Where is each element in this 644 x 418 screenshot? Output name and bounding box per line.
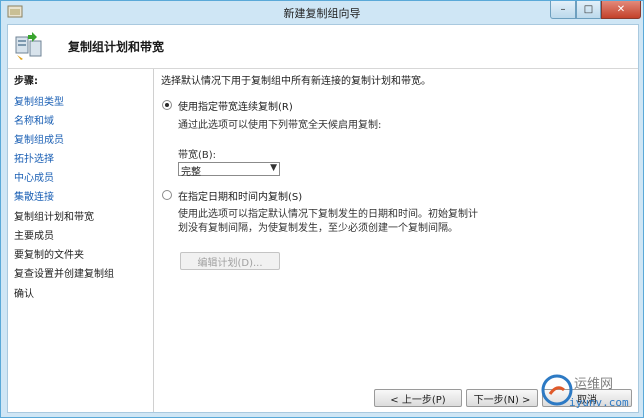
page-title: 复制组计划和带宽 [68,40,165,54]
step-topology-selection[interactable]: 拓扑选择 [14,150,54,165]
site-watermark: 运维网 iyunv.com [537,372,641,416]
next-button[interactable]: 下一步(N) > [466,389,538,407]
minimize-button[interactable]: – [550,1,576,19]
step-hub-members[interactable]: 中心成员 [14,169,54,184]
scheduled-replication-label[interactable]: 在指定日期和时间内复制(S) [178,188,302,203]
intro-text: 选择默认情况下用于复制组中所有新连接的复制计划和带宽。 [161,76,431,87]
window-title: 新建复制组向导 [283,7,361,20]
step-hub-spoke-connections[interactable]: 集散连接 [14,188,54,203]
scheduled-replication-radio[interactable] [162,190,172,200]
watermark-text: 运维网 [574,377,614,392]
step-replication-group-type[interactable]: 复制组类型 [14,93,64,108]
step-primary-member: 主要成员 [14,231,54,242]
steps-sidebar: 步骤: 复制组类型 名称和域 复制组成员 拓扑选择 中心成员 集散连接 复制组计… [8,69,154,412]
scheduled-replication-description-line1: 使用此选项可以指定默认情况下复制发生的日期和时间。初始复制计 [178,209,478,220]
continuous-replication-description: 通过此选项可以使用下列带宽全天候启用复制: [178,120,382,131]
chevron-down-icon: ▼ [270,163,277,173]
back-button[interactable]: < 上一步(P) [374,389,462,407]
wizard-header: 复制组计划和带宽 [8,25,638,69]
wizard-icon [15,32,42,60]
close-button[interactable]: ✕ [601,1,641,19]
main-panel: 选择默认情况下用于复制组中所有新连接的复制计划和带宽。 使用指定带宽连续复制(R… [154,69,638,412]
radio-selected-dot [165,103,169,107]
maximize-button[interactable]: □ [576,1,601,19]
step-replication-members[interactable]: 复制组成员 [14,131,64,146]
wizard-client-area: 复制组计划和带宽 步骤: 复制组类型 名称和域 复制组成员 拓扑选择 中心成员 … [7,24,639,413]
step-name-and-domain[interactable]: 名称和域 [14,112,54,127]
watermark-url: iyunv.com [569,396,629,409]
bandwidth-label: 带宽(B): [178,150,217,161]
scheduled-replication-description-line2: 划没有复制间隔，为使复制发生，至少必须创建一个复制间隔。 [178,223,458,234]
edit-schedule-button[interactable]: 编辑计划(D)... [180,252,280,270]
step-folders-to-replicate: 要复制的文件夹 [14,250,84,261]
continuous-replication-label[interactable]: 使用指定带宽连续复制(R) [178,98,293,113]
continuous-replication-radio[interactable] [162,100,172,110]
steps-heading: 步骤: [14,76,38,87]
step-confirmation: 确认 [14,289,34,300]
bandwidth-select[interactable]: 完整 ▼ [178,162,280,178]
bandwidth-value: 完整 [181,167,201,178]
step-review-settings: 复查设置并创建复制组 [14,269,114,280]
title-bar[interactable]: 新建复制组向导 – □ ✕ [1,1,643,23]
step-schedule-and-bandwidth: 复制组计划和带宽 [14,208,94,223]
wizard-window: 新建复制组向导 – □ ✕ 复制组计划和带宽 步骤: 复制组类型 名称和域 复制… [0,0,644,418]
